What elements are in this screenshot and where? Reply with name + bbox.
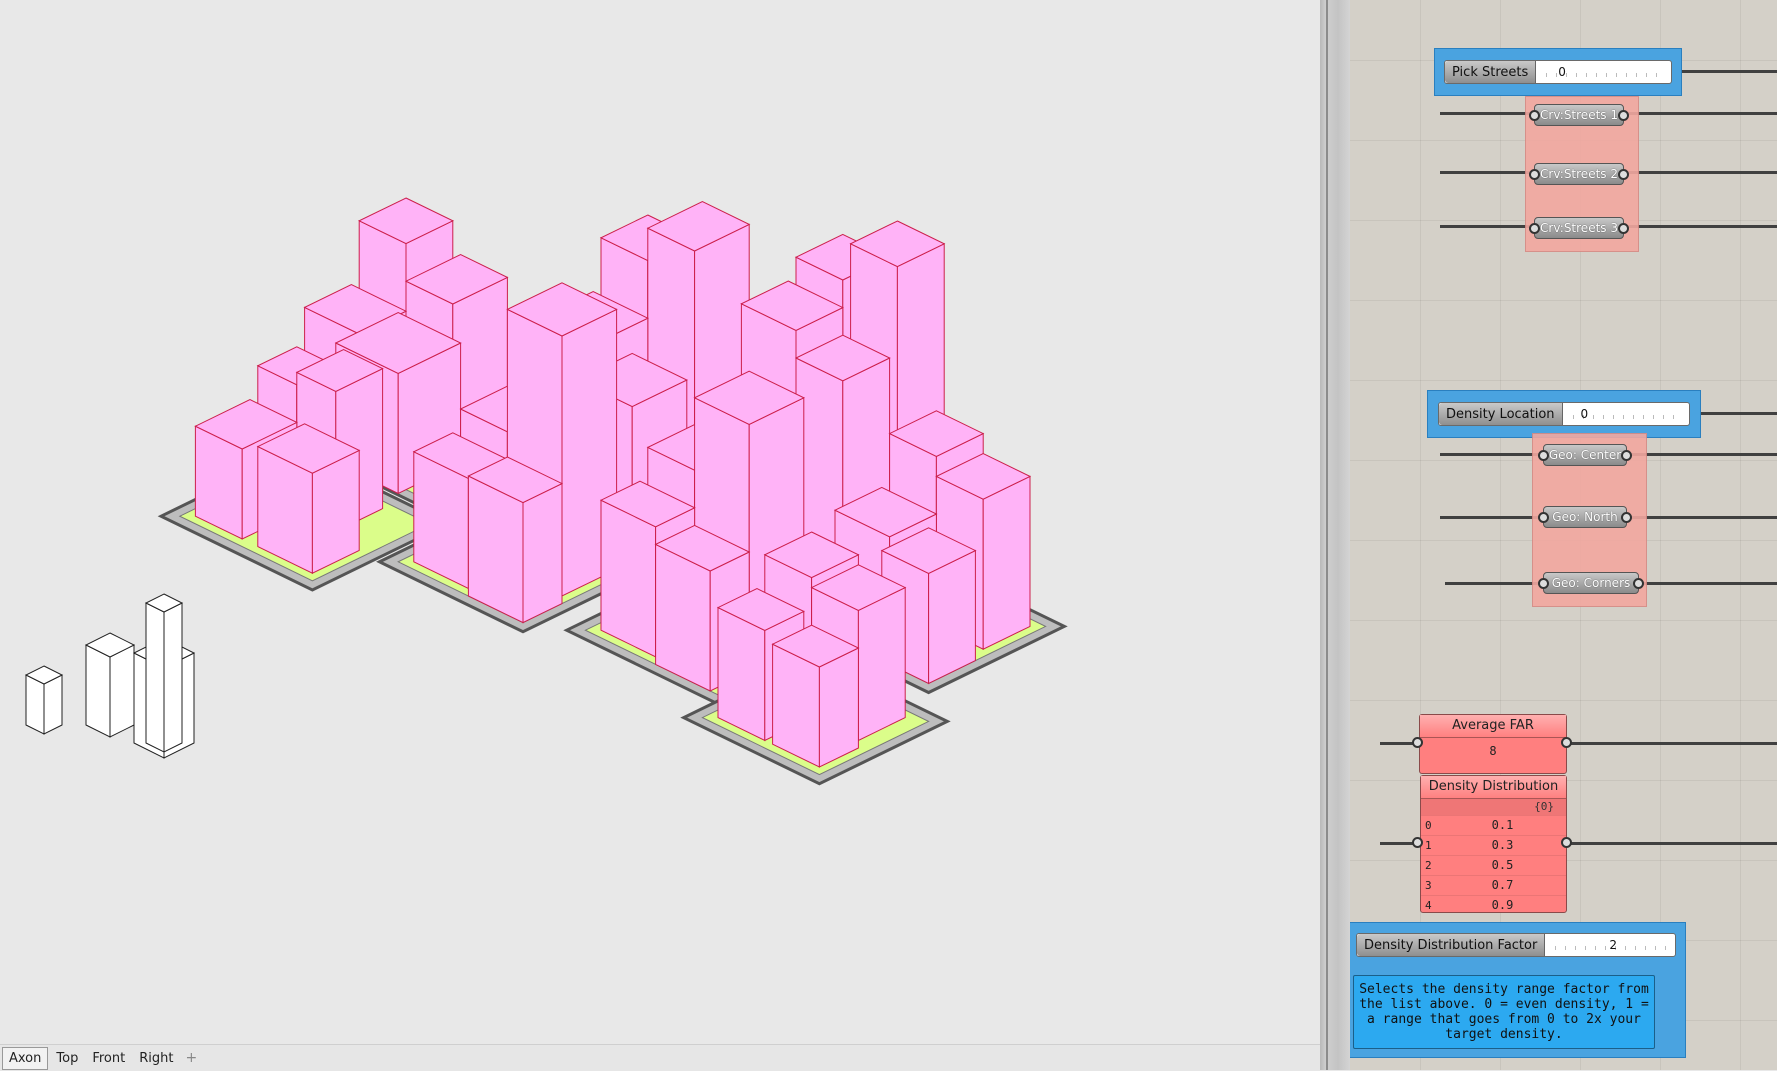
crv-streets-3-param[interactable]: Crv:Streets 3 — [1529, 217, 1629, 239]
building-face — [522, 482, 563, 624]
slider-track[interactable]: 0 — [1536, 61, 1671, 83]
density-factor-note: Selects the density range factor from th… — [1353, 975, 1655, 1049]
input-grip[interactable] — [1412, 737, 1423, 748]
tab-front[interactable]: Front — [86, 1048, 131, 1069]
slider-label: Density Distribution Factor — [1357, 934, 1546, 956]
building-face — [600, 499, 657, 658]
list-value: 0.7 — [1491, 878, 1514, 892]
building-face — [982, 475, 1031, 650]
crv-streets-2-param[interactable]: Crv:Streets 2 — [1529, 163, 1629, 185]
slider-track[interactable]: 2 — [1545, 934, 1675, 956]
slider-label: Density Location — [1439, 403, 1563, 425]
list-index: 0 — [1425, 819, 1432, 832]
tab-right[interactable]: Right — [133, 1048, 179, 1069]
list-item: 3 0.7 — [1421, 875, 1566, 895]
density-distribution-factor-slider[interactable]: Density Distribution Factor 2 — [1356, 933, 1676, 957]
grasshopper-canvas[interactable]: Pick Streets 0 Crv:Streets 1 Crv:Streets… — [1350, 0, 1777, 1070]
list-value: 0.5 — [1491, 858, 1514, 872]
density-location-slider[interactable]: Density Location 0 — [1438, 402, 1690, 426]
building-face — [818, 647, 859, 768]
rhino-viewport-axon[interactable] — [0, 0, 1320, 1070]
pane-splitter[interactable] — [1320, 0, 1350, 1070]
list-index: 4 — [1425, 899, 1432, 912]
legend-building-face — [43, 674, 63, 735]
tab-axon[interactable]: Axon — [2, 1046, 49, 1070]
panel-title: Average FAR — [1420, 715, 1566, 738]
output-grip[interactable] — [1561, 737, 1572, 748]
slider-value: 0 — [1558, 65, 1566, 79]
slider-track[interactable]: 0 — [1563, 403, 1689, 425]
list-item: 0 0.1 — [1421, 815, 1566, 835]
splitter-line — [1326, 0, 1328, 1070]
output-grip[interactable] — [1561, 837, 1572, 848]
list-index: 2 — [1425, 859, 1432, 872]
list-path: {0} — [1421, 799, 1566, 815]
list-value: 0.9 — [1491, 898, 1514, 912]
geo-center-param[interactable]: Geo: Center — [1538, 444, 1632, 466]
list-value: 0.3 — [1491, 838, 1514, 852]
geo-north-param[interactable]: Geo: North — [1538, 506, 1632, 528]
legend-building-face — [85, 644, 111, 738]
panel-title: Density Distribution — [1421, 776, 1566, 799]
list-item: 2 0.5 — [1421, 855, 1566, 875]
crv-streets-1-param[interactable]: Crv:Streets 1 — [1529, 104, 1629, 126]
legend-building-face — [163, 602, 183, 753]
list-item: 1 0.3 — [1421, 835, 1566, 855]
list-value: 0.1 — [1491, 818, 1514, 832]
3d-massing-scene — [24, 197, 1068, 786]
building-face — [857, 586, 906, 742]
legend-building-face — [109, 644, 135, 738]
list-index: 3 — [1425, 879, 1432, 892]
legend-building-face — [145, 602, 165, 753]
input-grip[interactable] — [1412, 837, 1423, 848]
viewport-tab-bar: Axon Top Front Right + — [0, 1044, 1320, 1071]
legend-building-face — [25, 674, 45, 735]
add-viewport-icon[interactable]: + — [179, 1048, 203, 1068]
slider-value: 0 — [1580, 407, 1589, 421]
pick-streets-slider[interactable]: Pick Streets 0 — [1444, 60, 1672, 84]
tab-top[interactable]: Top — [50, 1048, 84, 1069]
panel-value: 8 — [1489, 744, 1497, 758]
list-item: 4 0.9 — [1421, 895, 1566, 915]
slider-value: 2 — [1609, 938, 1617, 952]
geo-corners-param[interactable]: Geo: Corners — [1538, 572, 1644, 594]
slider-ticks — [1572, 415, 1681, 419]
average-far-panel[interactable]: Average FAR 8 — [1419, 714, 1567, 774]
list-index: 1 — [1425, 839, 1432, 852]
slider-label: Pick Streets — [1445, 61, 1537, 83]
density-distribution-panel[interactable]: Density Distribution {0} 0 0.1 1 0.3 2 0.5 … — [1420, 775, 1567, 913]
